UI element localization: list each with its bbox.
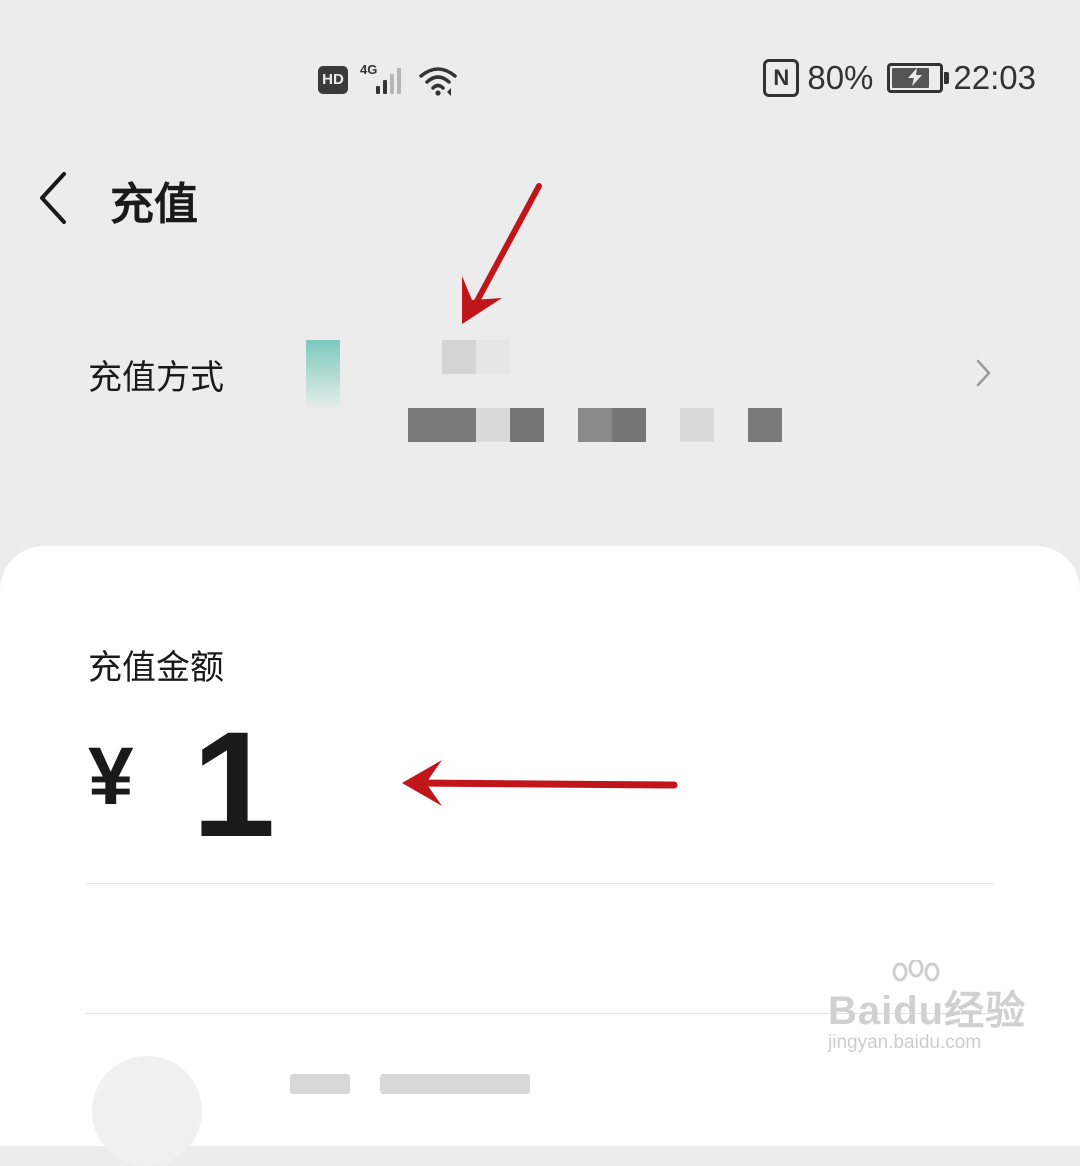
network-type: 4G [360, 62, 378, 77]
list-item-icon [92, 1056, 202, 1166]
currency-symbol: ¥ [88, 731, 134, 822]
nfc-icon: N [763, 59, 800, 97]
app-header: 充值 [0, 150, 1080, 250]
divider [86, 883, 994, 884]
payment-method-label: 充值方式 [88, 358, 224, 398]
baidu-watermark: Baidu经验 jingyan.baidu.com [826, 960, 1036, 1060]
payment-logo-icon [306, 340, 340, 408]
amount-input[interactable]: ¥ 1 [86, 700, 986, 868]
status-time: 22:03 [953, 59, 1036, 96]
watermark-url: jingyan.baidu.com [828, 1032, 982, 1053]
signal-icon: 4G [358, 62, 408, 98]
hd-icon: HD [318, 66, 348, 94]
battery-percent: 80% [807, 59, 874, 96]
status-left-icons: HD 4G [318, 60, 458, 100]
amount-value: 1 [192, 700, 276, 868]
chevron-left-icon[interactable] [32, 170, 76, 226]
status-bar: HD 4G N 80% 22:03 [0, 0, 1080, 150]
status-right-icons: N 80% 22:03 [763, 56, 1036, 100]
page-title: 充值 [110, 179, 198, 230]
wifi-icon [419, 67, 457, 96]
payment-method-row[interactable]: 充值方式 [0, 300, 1080, 470]
amount-label: 充值金额 [88, 648, 224, 688]
battery-charging-icon [887, 63, 950, 93]
chevron-right-icon [976, 359, 991, 387]
watermark-brand: Baidu经验 [828, 989, 1027, 1033]
